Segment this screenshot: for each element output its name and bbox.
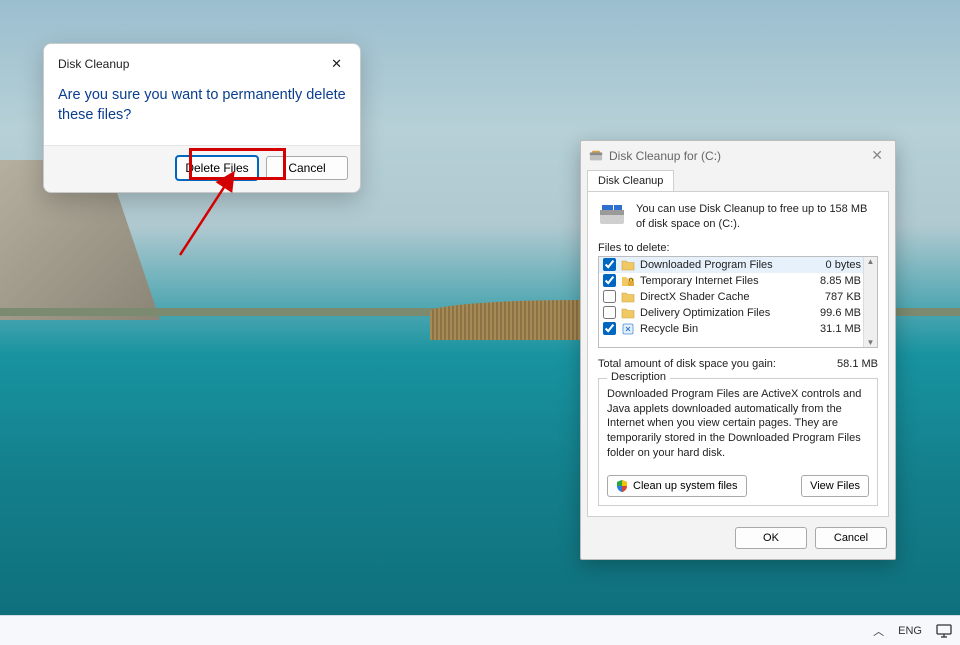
- shield-icon: [616, 480, 628, 492]
- file-name: Delivery Optimization Files: [640, 307, 800, 319]
- lock-icon: [621, 274, 635, 288]
- disk-cleanup-title: Disk Cleanup for (C:): [609, 149, 861, 163]
- file-checkbox[interactable]: [603, 290, 616, 303]
- file-size: 0 bytes: [805, 259, 861, 271]
- file-item[interactable]: Downloaded Program Files 0 bytes: [599, 257, 877, 273]
- files-list[interactable]: Downloaded Program Files 0 bytes Temporary…: [598, 256, 878, 348]
- disk-cleanup-dialog: Disk Cleanup for (C:) ✕ Disk Cleanup You…: [580, 140, 896, 560]
- drive-icon: [598, 202, 626, 230]
- monitor-icon[interactable]: [936, 624, 952, 638]
- language-indicator[interactable]: ENG: [898, 625, 922, 637]
- intro-text: You can use Disk Cleanup to free up to 1…: [636, 202, 878, 232]
- description-legend: Description: [607, 371, 670, 383]
- file-name: DirectX Shader Cache: [640, 291, 800, 303]
- disk-cleanup-titlebar[interactable]: Disk Cleanup for (C:) ✕: [581, 141, 895, 170]
- delete-files-button[interactable]: Delete Files: [176, 156, 258, 180]
- folder-icon: [621, 258, 635, 272]
- file-name: Downloaded Program Files: [640, 259, 800, 271]
- cancel-button[interactable]: Cancel: [815, 527, 887, 549]
- file-item[interactable]: Recycle Bin 31.1 MB: [599, 321, 877, 337]
- file-item[interactable]: DirectX Shader Cache 787 KB: [599, 289, 877, 305]
- disk-cleanup-icon: [589, 149, 603, 163]
- view-files-button[interactable]: View Files: [801, 475, 869, 497]
- confirm-message: Are you sure you want to permanently del…: [44, 80, 360, 145]
- recycle-icon: [621, 322, 635, 336]
- taskbar[interactable]: ︿ ENG: [0, 615, 960, 645]
- cleanup-system-files-label: Clean up system files: [633, 480, 738, 492]
- dialog-footer: OK Cancel: [581, 517, 895, 559]
- ok-button[interactable]: OK: [735, 527, 807, 549]
- files-to-delete-label: Files to delete:: [598, 242, 878, 254]
- total-value: 58.1 MB: [837, 358, 878, 370]
- confirm-titlebar[interactable]: Disk Cleanup ✕: [44, 44, 360, 80]
- file-name: Temporary Internet Files: [640, 275, 800, 287]
- file-size: 787 KB: [805, 291, 861, 303]
- tray-overflow-icon[interactable]: ︿: [873, 623, 884, 639]
- scrollbar[interactable]: [863, 257, 877, 347]
- folder-icon: [621, 290, 635, 304]
- cancel-button[interactable]: Cancel: [266, 156, 348, 180]
- disk-cleanup-panel: You can use Disk Cleanup to free up to 1…: [587, 191, 889, 517]
- file-size: 8.85 MB: [805, 275, 861, 287]
- file-size: 31.1 MB: [805, 323, 861, 335]
- file-checkbox[interactable]: [603, 322, 616, 335]
- confirm-title: Disk Cleanup: [58, 57, 129, 71]
- file-item[interactable]: Temporary Internet Files 8.85 MB: [599, 273, 877, 289]
- confirm-button-row: Delete Files Cancel: [44, 145, 360, 192]
- file-checkbox[interactable]: [603, 306, 616, 319]
- close-icon[interactable]: ✕: [867, 147, 887, 164]
- total-label: Total amount of disk space you gain:: [598, 358, 776, 370]
- file-checkbox[interactable]: [603, 274, 616, 287]
- file-checkbox[interactable]: [603, 258, 616, 271]
- description-group: Description Downloaded Program Files are…: [598, 378, 878, 506]
- file-size: 99.6 MB: [805, 307, 861, 319]
- file-item[interactable]: Delivery Optimization Files 99.6 MB: [599, 305, 877, 321]
- folder-icon: [621, 306, 635, 320]
- close-icon[interactable]: ✕: [323, 52, 350, 76]
- description-text: Downloaded Program Files are ActiveX con…: [607, 387, 869, 461]
- file-name: Recycle Bin: [640, 323, 800, 335]
- tab-disk-cleanup[interactable]: Disk Cleanup: [587, 170, 674, 191]
- confirm-dialog: Disk Cleanup ✕ Are you sure you want to …: [43, 43, 361, 193]
- cleanup-system-files-button[interactable]: Clean up system files: [607, 475, 747, 497]
